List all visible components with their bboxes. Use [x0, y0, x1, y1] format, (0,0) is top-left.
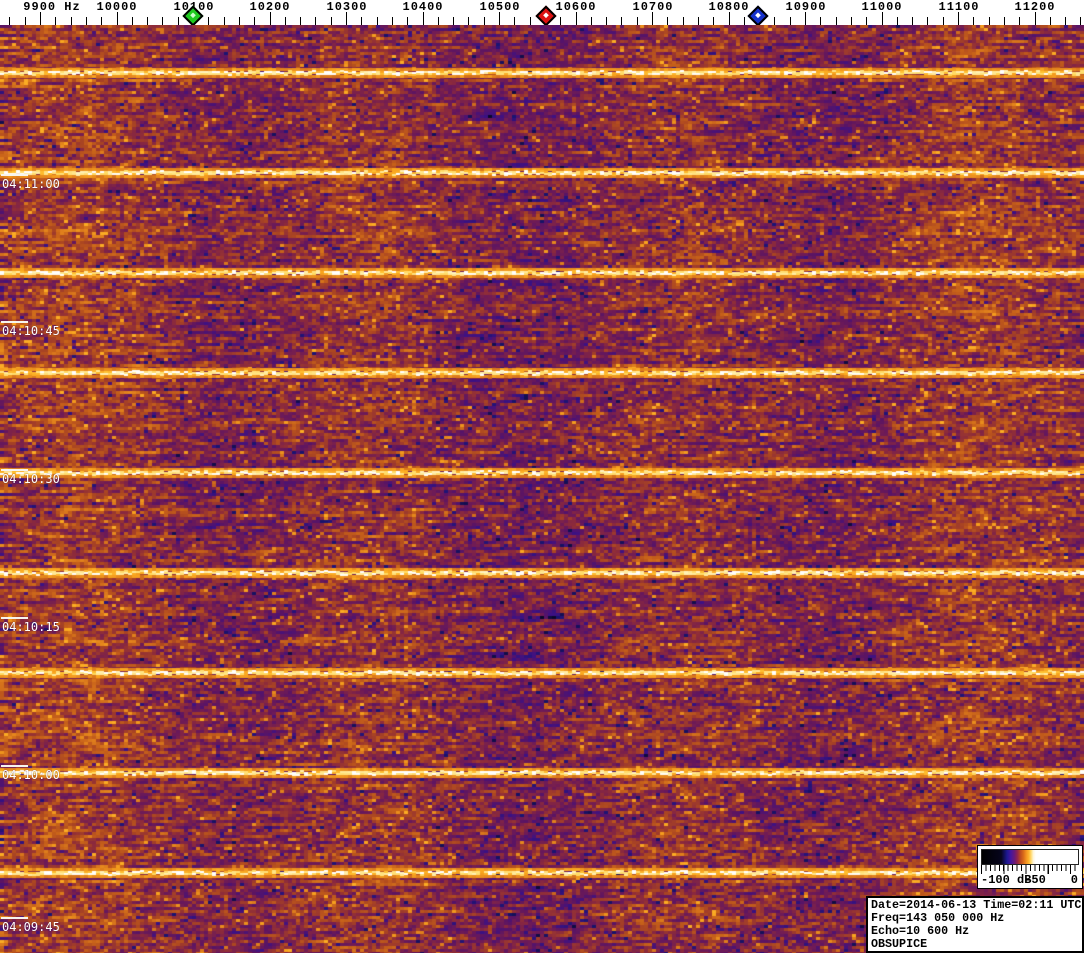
ruler-minor-tick [376, 17, 378, 25]
ruler-minor-tick [774, 17, 776, 25]
ruler-minor-tick [896, 17, 898, 25]
ruler-minor-tick [238, 17, 240, 25]
ruler-frequency-label: 10000 [96, 0, 138, 14]
ruler-minor-tick [468, 17, 470, 25]
amplitude-legend: -100 dB -50 0 [977, 845, 1083, 889]
ruler-minor-tick [254, 17, 256, 25]
ruler-minor-tick [850, 17, 852, 25]
time-label: 04:10:15 [2, 620, 60, 634]
ruler-minor-tick [177, 17, 179, 25]
ruler-minor-tick [942, 17, 944, 25]
ruler-minor-tick [1049, 17, 1051, 25]
ruler-frequency-label: 10800 [708, 0, 750, 14]
observation-info-box: Date=2014-06-13 Time=02:11 UTC Freq=143 … [866, 896, 1084, 953]
ruler-minor-tick [927, 17, 929, 25]
ruler-minor-tick [361, 17, 363, 25]
color-scale-gradient [981, 849, 1079, 865]
ruler-minor-tick [866, 17, 868, 25]
ruler-frequency-label: 10400 [402, 0, 444, 14]
ruler-minor-tick [70, 17, 72, 25]
ruler-frequency-label: 10900 [785, 0, 827, 14]
ruler-minor-tick [1080, 17, 1082, 25]
ruler-minor-tick [621, 17, 623, 25]
ruler-frequency-label: 11100 [938, 0, 980, 14]
spectrogram-window: 9900 Hz100001010010200103001040010500106… [0, 0, 1084, 953]
ruler-minor-tick [55, 17, 57, 25]
ruler-minor-tick [1003, 17, 1005, 25]
time-tick-dash [1, 469, 28, 471]
ruler-minor-tick [514, 17, 516, 25]
time-label: 04:10:00 [2, 768, 60, 782]
time-tick-dash [1, 765, 28, 767]
marker-blue-center-dot [755, 12, 761, 19]
ruler-frequency-label: 10700 [632, 0, 674, 14]
ruler-minor-tick [529, 17, 531, 25]
time-label: 04:11:00 [2, 177, 60, 191]
ruler-minor-tick [9, 17, 11, 25]
marker-blue-diamond-icon[interactable] [747, 5, 769, 27]
ruler-minor-tick [912, 17, 914, 25]
ruler-frequency-label: 10600 [555, 0, 597, 14]
ruler-minor-tick [437, 17, 439, 25]
ruler-minor-tick [162, 17, 164, 25]
marker-red-center-dot [543, 12, 549, 19]
ruler-minor-tick [820, 17, 822, 25]
waterfall-display[interactable] [0, 25, 1084, 953]
time-label: 04:10:45 [2, 324, 60, 338]
ruler-minor-tick [85, 17, 87, 25]
ruler-minor-tick [208, 17, 210, 25]
ruler-minor-tick [131, 17, 133, 25]
ruler-minor-tick [223, 17, 225, 25]
info-station: OBSUPICE [871, 937, 928, 951]
time-tick-dash [1, 321, 28, 323]
ruler-minor-tick [590, 17, 592, 25]
ruler-minor-tick [835, 17, 837, 25]
marker-green-center-dot [190, 12, 196, 19]
time-label: 04:09:45 [2, 920, 60, 934]
ruler-minor-tick [636, 17, 638, 25]
ruler-minor-tick [284, 17, 286, 25]
ruler-minor-tick [667, 17, 669, 25]
ruler-minor-tick [606, 17, 608, 25]
ruler-frequency-label: 11200 [1014, 0, 1056, 14]
ruler-minor-tick [1019, 17, 1021, 25]
ruler-minor-tick [988, 17, 990, 25]
legend-mid-label: -50 [1024, 873, 1046, 887]
ruler-minor-tick [682, 17, 684, 25]
ruler-minor-tick [300, 17, 302, 25]
marker-red-diamond-icon[interactable] [535, 5, 557, 27]
ruler-minor-tick [743, 17, 745, 25]
ruler-minor-tick [453, 17, 455, 25]
time-tick-dash [1, 174, 28, 176]
ruler-minor-tick [560, 17, 562, 25]
time-label: 04:10:30 [2, 472, 60, 486]
ruler-minor-tick [407, 17, 409, 25]
ruler-minor-tick [789, 17, 791, 25]
ruler-minor-tick [315, 17, 317, 25]
ruler-minor-tick [1065, 17, 1067, 25]
ruler-minor-tick [147, 17, 149, 25]
ruler-minor-tick [713, 17, 715, 25]
ruler-minor-tick [973, 17, 975, 25]
ruler-minor-tick [391, 17, 393, 25]
time-tick-dash [1, 617, 28, 619]
ruler-frequency-label: 10300 [326, 0, 368, 14]
frequency-ruler[interactable]: 9900 Hz100001010010200103001040010500106… [0, 0, 1084, 27]
ruler-minor-tick [101, 17, 103, 25]
ruler-minor-tick [330, 17, 332, 25]
ruler-frequency-label: 9900 Hz [23, 0, 81, 14]
ruler-frequency-label: 11000 [861, 0, 903, 14]
ruler-frequency-label: 10500 [479, 0, 521, 14]
legend-max-label: 0 [1070, 873, 1078, 887]
ruler-minor-tick [24, 17, 26, 25]
ruler-minor-tick [483, 17, 485, 25]
ruler-frequency-label: 10200 [249, 0, 291, 14]
time-tick-dash [1, 917, 28, 919]
ruler-minor-tick [697, 17, 699, 25]
